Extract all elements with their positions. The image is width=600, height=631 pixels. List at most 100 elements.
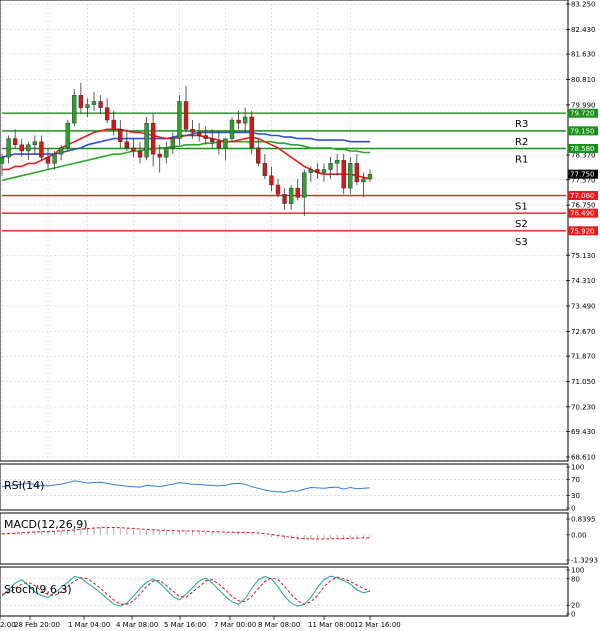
x-tick-label: 28 Feb 20:00 xyxy=(14,621,60,629)
indicator-tick-label: 0 xyxy=(571,505,575,513)
candle-body xyxy=(302,172,307,198)
candle-body xyxy=(361,178,366,183)
indicator-tick-label: 0.00 xyxy=(571,531,587,539)
candle-body xyxy=(308,169,314,173)
candle-body xyxy=(144,122,149,158)
candle-body xyxy=(39,141,44,158)
chart-root: R3 R2 R1 S1 S2 S3 83.250 82.430 81.630 80.810 79.… xyxy=(0,0,600,631)
candle-body xyxy=(12,138,18,145)
candle-body xyxy=(78,95,84,108)
candle-body xyxy=(321,169,327,173)
x-tick-label: 11 Mar 08:00 xyxy=(308,621,355,629)
candle-body xyxy=(295,187,300,198)
x-tick-label: 5 Mar 16:00 xyxy=(164,621,206,629)
y-tick-label: 82.430 xyxy=(571,26,596,34)
y-tick-label: 81.630 xyxy=(571,51,596,59)
candle-body xyxy=(249,116,254,149)
indicator-tick-label: 30 xyxy=(571,492,580,500)
y-tick-label: 72.670 xyxy=(571,328,596,336)
candle-body xyxy=(367,173,373,180)
indicator-tick-label: 80 xyxy=(571,575,580,583)
stoch-label: Stoch(9,6,3) xyxy=(4,583,72,596)
candle-body xyxy=(52,153,57,164)
candle-body xyxy=(196,132,202,136)
candle-body xyxy=(223,138,228,149)
rsi-label: RSI(14) xyxy=(4,479,44,492)
candle-body xyxy=(164,147,169,158)
macd-axis: 0.8395 0.00 -1.3293 xyxy=(566,516,598,565)
indicator-tick-label: 100 xyxy=(571,567,584,575)
level-price-r3: 79.720 xyxy=(570,110,595,118)
main-panel: R3 R2 R1 S1 S2 S3 83.250 82.430 81.630 80.810 79.… xyxy=(0,0,598,462)
macd-panel: MACD(12,26,9) 0.8395 0.00 -1.3293 xyxy=(0,512,598,565)
candle-body xyxy=(216,141,222,149)
candle-body xyxy=(118,129,123,142)
level-name-s1: S1 xyxy=(515,202,528,213)
level-name-r1: R1 xyxy=(515,155,528,166)
indicator-tick-label: 70 xyxy=(571,476,580,484)
level-price-s3: 75.920 xyxy=(570,227,595,235)
rsi-panel: RSI(14) 100 70 30 0 xyxy=(0,463,584,513)
candle-body xyxy=(0,156,5,164)
candle-body xyxy=(229,119,235,139)
y-tick-label: 76.750 xyxy=(571,202,596,210)
candle-body xyxy=(137,150,143,158)
candle-body xyxy=(348,163,353,189)
current-price-marker: 77.750 xyxy=(568,169,598,179)
candle-body xyxy=(275,184,281,195)
y-tick-label: 74.310 xyxy=(571,277,596,285)
stoch-panel: Stoch(9,6,3) 10080 200 xyxy=(0,566,584,619)
candle-body xyxy=(19,144,24,152)
candle-body xyxy=(242,116,248,124)
y-tick-label: 83.250 xyxy=(571,1,596,9)
candle-body xyxy=(124,141,130,149)
macd-label: MACD(12,26,9) xyxy=(4,518,88,531)
y-tick-label: 80.810 xyxy=(571,76,596,84)
candle-body xyxy=(131,147,136,152)
time-axis: 2:0028 Feb 20:00 1 Mar 04:00 4 Mar 08:00 5 … xyxy=(0,616,401,629)
candle-body xyxy=(58,147,64,155)
candle-body xyxy=(45,156,51,164)
candle-body xyxy=(6,138,11,158)
candle-body xyxy=(203,135,208,139)
indicator-tick-label: 0.8395 xyxy=(571,516,596,524)
current-price-label: 77.750 xyxy=(570,171,595,179)
candle-body xyxy=(26,144,31,152)
candle-body xyxy=(104,107,110,121)
x-tick-label: 4 Mar 08:00 xyxy=(116,621,158,629)
candle-body xyxy=(288,187,294,204)
candle-body xyxy=(256,147,261,164)
x-tick-label: 7 Mar 00:00 xyxy=(214,621,256,629)
candle-body xyxy=(190,129,195,133)
level-price-r2: 79.150 xyxy=(570,127,595,135)
candle-body xyxy=(269,175,274,186)
y-tick-label: 73.490 xyxy=(571,303,596,311)
candle-body xyxy=(236,119,241,124)
level-price-s2: 76.490 xyxy=(570,210,595,218)
x-tick-label: 8 Mar 08:00 xyxy=(258,621,300,629)
candle-body xyxy=(111,119,116,130)
candle-body xyxy=(170,138,176,149)
indicator-tick-label: 20 xyxy=(571,602,580,610)
candle-body xyxy=(341,160,346,189)
candle-body xyxy=(354,163,360,183)
level-price-r1: 78.580 xyxy=(570,145,595,153)
candle-body xyxy=(150,122,156,155)
level-name-s2: S2 xyxy=(515,219,528,230)
trading-chart: R3 R2 R1 S1 S2 S3 83.250 82.430 81.630 80.810 79.… xyxy=(0,0,598,629)
candle-body xyxy=(315,169,320,173)
y-tick-label: 69.430 xyxy=(571,428,596,436)
indicator-tick-label: 0 xyxy=(571,611,575,619)
candle-body xyxy=(65,122,70,149)
rsi-axis: 100 70 30 0 xyxy=(566,464,584,513)
candle-body xyxy=(91,101,97,105)
x-tick-label: 1 Mar 04:00 xyxy=(68,621,110,629)
y-tick-label: 79.990 xyxy=(571,101,596,109)
y-tick-label: 75.130 xyxy=(571,252,596,260)
indicator-tick-label: -1.3293 xyxy=(571,557,598,565)
candle-body xyxy=(177,101,182,139)
candle-body xyxy=(262,163,268,176)
level-name-r2: R2 xyxy=(515,137,528,148)
candle-body xyxy=(183,101,189,130)
level-price-s1: 77.060 xyxy=(570,192,595,200)
